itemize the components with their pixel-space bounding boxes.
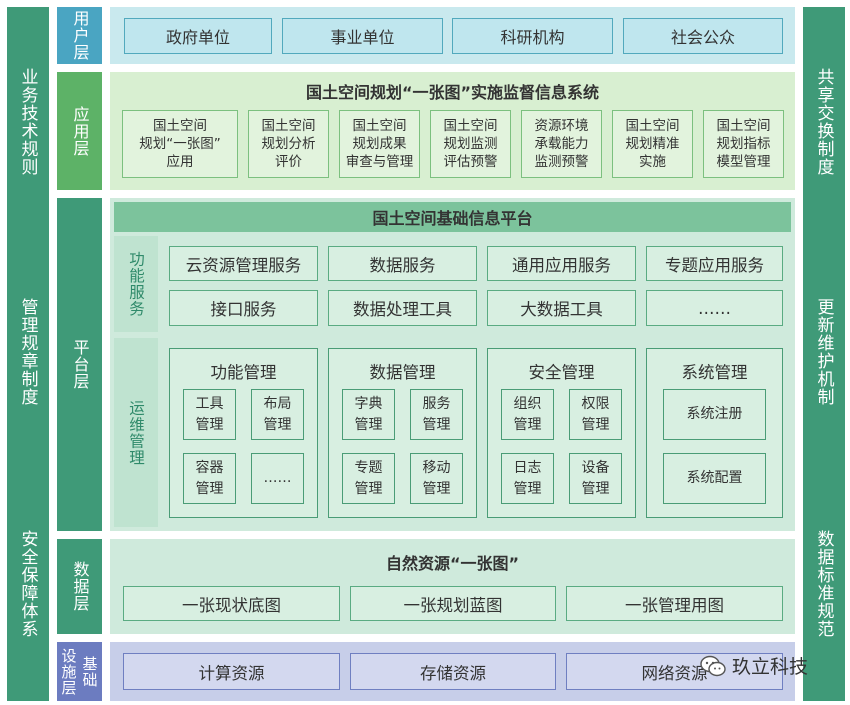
ops-cell: 容器 管理 [183,453,236,504]
layer-label-user: 用户层 [57,7,102,64]
app-item: 国土空间 规划成果 审查与管理 [339,110,420,178]
layer-label-infra: 设施层 基础 [57,642,102,701]
ops-group-security: 安全管理 组织 管理 权限 管理 日志 管理 设备 管理 [487,348,636,518]
func-service-item: 通用应用服务 [487,246,636,281]
app-item: 国土空间 规划监测 评估预警 [430,110,511,178]
platform-layer-title: 国土空间基础信息平台 [114,202,791,232]
app-item: 国土空间 规划指标 模型管理 [703,110,784,178]
app-item: 国土空间 规划精准 实施 [612,110,693,178]
ops-group-system: 系统管理 系统注册 系统配置 [646,348,783,518]
ops-cell: 组织 管理 [501,389,554,440]
func-service-item: 接口服务 [169,290,318,326]
func-service-item: 数据服务 [328,246,477,281]
ops-cell: 专题 管理 [342,453,395,504]
ops-cell: 系统配置 [663,453,766,504]
infra-item: 存储资源 [350,653,556,690]
right-column-item: 更新维护机制 [813,298,834,406]
right-column: 共享交换制度 更新维护机制 数据标准规范 [803,7,845,701]
layer-label-app: 应用层 [57,72,102,190]
data-item: 一张现状底图 [123,586,340,621]
ops-cell: 设备 管理 [569,453,622,504]
ops-cell: …… [251,453,304,504]
app-layer-title: 国土空间规划“一张图”实施监督信息系统 [305,83,600,102]
ops-cell: 权限 管理 [569,389,622,440]
ops-group-title: 安全管理 [528,363,595,382]
func-service-item: 数据处理工具 [328,290,477,326]
func-service-item: …… [646,290,783,326]
ops-group-data: 数据管理 字典 管理 服务 管理 专题 管理 移动 管理 [328,348,477,518]
ops-group-title: 数据管理 [369,363,436,382]
ops-cell: 工具 管理 [183,389,236,440]
left-column-item: 安全保障体系 [17,530,38,638]
ops-management-label: 运维管理 [114,338,158,527]
ops-group-title: 功能管理 [210,363,277,382]
watermark-text: 玖立科技 [732,656,809,678]
right-column-item: 数据标准规范 [813,530,834,638]
func-service-label: 功能服务 [114,236,158,332]
app-item: 国土空间 规划分析 评价 [248,110,329,178]
ops-cell: 字典 管理 [342,389,395,440]
user-item: 科研机构 [452,18,613,54]
ops-group-function: 功能管理 工具 管理 布局 管理 容器 管理 …… [169,348,318,518]
layer-label-data: 数据层 [57,539,102,634]
user-item: 政府单位 [124,18,272,54]
user-item: 社会公众 [623,18,783,54]
left-column-item: 管理规章制度 [17,298,38,406]
data-layer-title: 自然资源“一张图” [385,554,520,573]
infra-item: 计算资源 [123,653,340,690]
left-column: 业务技术规则 管理规章制度 安全保障体系 [7,7,49,701]
func-service-item: 专题应用服务 [646,246,783,281]
right-column-item: 共享交换制度 [813,68,834,176]
app-item: 资源环境 承载能力 监测预警 [521,110,602,178]
ops-cell: 系统注册 [663,389,766,440]
wechat-icon [700,655,726,677]
data-item: 一张管理用图 [566,586,783,621]
app-item: 国土空间 规划“一张图” 应用 [122,110,238,178]
ops-cell: 移动 管理 [410,453,463,504]
layer-label-platform: 平台层 [57,198,102,531]
func-service-item: 云资源管理服务 [169,246,318,281]
func-service-item: 大数据工具 [487,290,636,326]
ops-cell: 日志 管理 [501,453,554,504]
user-item: 事业单位 [282,18,443,54]
ops-cell: 布局 管理 [251,389,304,440]
watermark: 玖立科技 [700,652,808,679]
ops-group-title: 系统管理 [681,363,748,382]
data-item: 一张规划蓝图 [350,586,556,621]
ops-cell: 服务 管理 [410,389,463,440]
left-column-item: 业务技术规则 [17,68,38,176]
